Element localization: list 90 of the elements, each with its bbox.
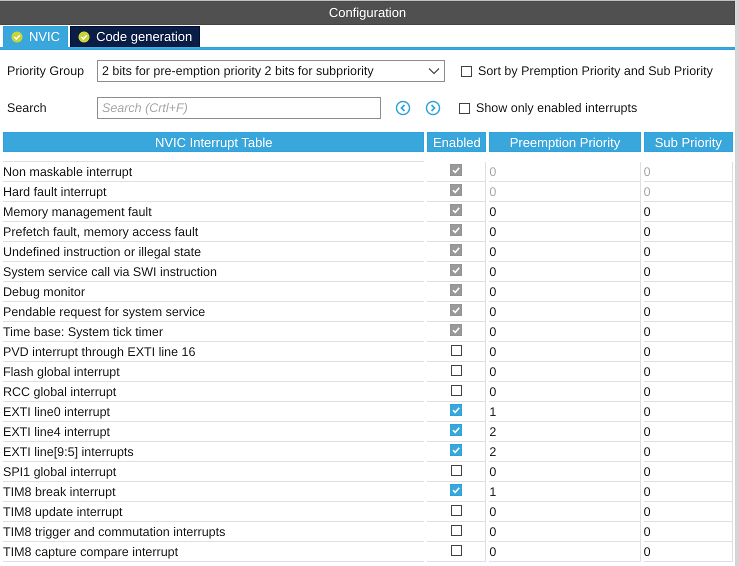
table-cell: EXTI line0 interrupt	[3, 402, 424, 422]
field-label: Search	[7, 101, 48, 115]
table-cell: 0	[644, 282, 733, 302]
panel-title: Configuration	[0, 0, 735, 25]
table-cell: 0	[489, 262, 641, 282]
column-header: Preemption Priority	[489, 132, 641, 152]
table-cell: 0	[489, 322, 641, 342]
table-cell: 0	[489, 162, 641, 182]
table-cell: 0	[489, 502, 641, 522]
checkbox[interactable]	[450, 524, 462, 536]
table-cell: 0	[644, 402, 733, 422]
table-cell: 0	[644, 362, 733, 382]
checkbox[interactable]	[450, 344, 462, 356]
checkbox[interactable]	[450, 404, 462, 416]
table-cell: 0	[644, 242, 733, 262]
table-cell: System service call via SWI instruction	[3, 262, 424, 282]
table-cell: 2	[489, 442, 641, 462]
table-cell: 0	[644, 502, 733, 522]
checkbox[interactable]	[450, 444, 462, 456]
table-cell: 0	[644, 262, 733, 282]
search-field[interactable]: Search (Crtl+F)	[97, 97, 381, 119]
tab[interactable]: Code generation	[70, 26, 200, 47]
table-cell: 0	[644, 202, 733, 222]
table-cell: 0	[644, 182, 733, 202]
table-cell: 0	[644, 382, 733, 402]
table-cell: 0	[644, 542, 733, 562]
table-cell: PVD interrupt through EXTI line 16	[3, 342, 424, 362]
next-icon[interactable]	[425, 100, 441, 116]
table-cell: 0	[489, 282, 641, 302]
table-cell: Memory management fault	[3, 202, 424, 222]
column-header: NVIC Interrupt Table	[3, 132, 424, 152]
check-circle-icon	[78, 30, 90, 42]
checkbox[interactable]	[450, 544, 462, 556]
table-cell: 0	[489, 302, 641, 322]
table-cell: Hard fault interrupt	[3, 182, 424, 202]
priority-group-dropdown[interactable]: 2 bits for pre-emption priority 2 bits for subpriority	[97, 60, 445, 82]
table-cell: 0	[489, 222, 641, 242]
table-cell: 0	[489, 182, 641, 202]
field-label: Priority Group	[7, 64, 86, 78]
table-cell: 0	[644, 302, 733, 322]
table-cell: Debug monitor	[3, 282, 424, 302]
table-cell: EXTI line4 interrupt	[3, 422, 424, 442]
table-cell: 1	[489, 402, 641, 422]
table-cell: 0	[644, 162, 733, 182]
table-cell: RCC global interrupt	[3, 382, 424, 402]
table-cell: 0	[644, 422, 733, 442]
table-cell: 0	[489, 342, 641, 362]
previous-icon[interactable]	[395, 100, 411, 116]
table-cell: 0	[489, 542, 641, 562]
column-header: Sub Priority	[644, 132, 733, 152]
table-cell: TIM8 capture compare interrupt	[3, 542, 424, 562]
check-circle-icon	[11, 30, 23, 42]
table-cell: Prefetch fault, memory access fault	[3, 222, 424, 242]
column-header: Enabled	[427, 132, 486, 152]
table-cell: 0	[644, 442, 733, 462]
checkbox[interactable]	[450, 484, 462, 496]
checkbox[interactable]	[450, 364, 462, 376]
checkbox[interactable]	[450, 384, 462, 396]
table-cell: 0	[644, 342, 733, 362]
table-cell: TIM8 trigger and commutation interrupts	[3, 522, 424, 542]
table-cell: 0	[644, 522, 733, 542]
table-cell: 0	[489, 202, 641, 222]
table-cell: 0	[489, 522, 641, 542]
table-cell: 1	[489, 482, 641, 502]
table-cell: TIM8 update interrupt	[3, 502, 424, 522]
table-cell: 0	[489, 362, 641, 382]
table-cell: Pendable request for system service	[3, 302, 424, 322]
table-cell: Time base: System tick timer	[3, 322, 424, 342]
table-cell: SPI1 global interrupt	[3, 462, 424, 482]
table-cell: Flash global interrupt	[3, 362, 424, 382]
table-cell: 0	[644, 462, 733, 482]
table-cell: 0	[489, 242, 641, 262]
table-cell: TIM8 break interrupt	[3, 482, 424, 502]
table-cell: 0	[644, 482, 733, 502]
table-cell: 0	[489, 462, 641, 482]
table-cell: 0	[489, 382, 641, 402]
checkbox[interactable]	[461, 66, 472, 76]
checkbox-label: Show only enabled interrupts	[476, 101, 638, 115]
checkbox[interactable]	[450, 464, 462, 476]
table-cell: 0	[644, 222, 733, 242]
checkbox[interactable]	[450, 504, 462, 516]
table-cell: Undefined instruction or illegal state	[3, 242, 424, 262]
table-cell: Non maskable interrupt	[3, 162, 424, 182]
checkbox[interactable]	[450, 424, 462, 436]
table-cell: EXTI line[9:5] interrupts	[3, 442, 424, 462]
table-cell: 2	[489, 422, 641, 442]
checkbox[interactable]	[459, 102, 470, 114]
table-cell: 0	[644, 322, 733, 342]
checkbox-label: Sort by Premption Priority and Sub Priority	[478, 64, 713, 78]
caret-icon	[428, 67, 440, 75]
